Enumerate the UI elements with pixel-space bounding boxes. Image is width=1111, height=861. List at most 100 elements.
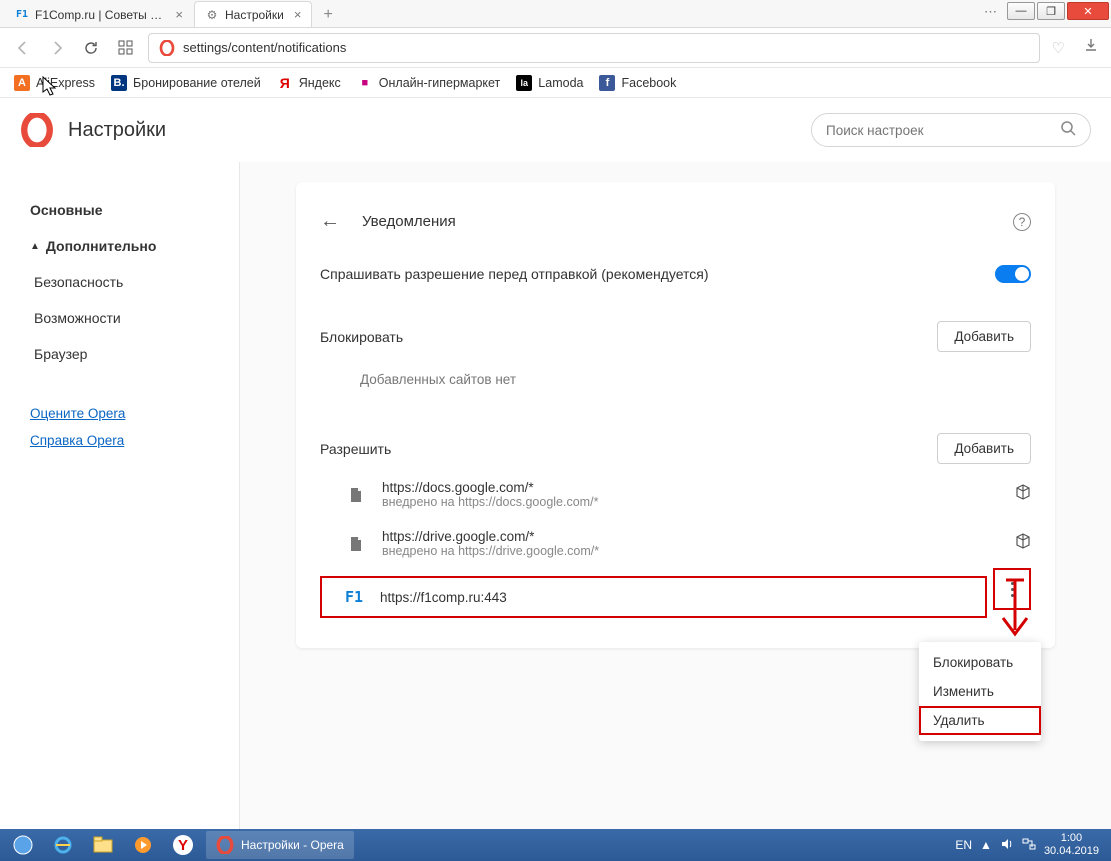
tab-title: F1Comp.ru | Советы и лайф (35, 8, 165, 22)
new-tab-button[interactable]: + (312, 1, 343, 27)
menu-edit[interactable]: Изменить (919, 677, 1041, 706)
close-button[interactable]: ✕ (1067, 2, 1109, 20)
add-blocked-button[interactable]: Добавить (937, 321, 1031, 352)
site-url: https://drive.google.com/* (382, 529, 599, 544)
tab-close-icon[interactable]: × (294, 7, 302, 22)
bookmark-label: Lamoda (538, 76, 583, 90)
ask-permission-row: Спрашивать разрешение перед отправкой (р… (320, 259, 1031, 303)
tab-close-icon[interactable]: × (175, 7, 183, 22)
tray-flag-icon[interactable]: ▲ (980, 838, 992, 852)
page-title: Настройки (68, 119, 166, 142)
cube-icon[interactable] (1015, 533, 1031, 554)
sidebar-browser[interactable]: Браузер (30, 336, 239, 372)
tab-title: Настройки (225, 8, 284, 22)
site-menu-button[interactable] (993, 568, 1031, 610)
bookmark-aliexpress[interactable]: AAliExpress (14, 75, 95, 91)
tab-f1comp[interactable]: F1 F1Comp.ru | Советы и лайф × (4, 1, 194, 27)
bookmark-facebook[interactable]: fFacebook (599, 75, 676, 91)
help-icon[interactable]: ? (1013, 213, 1031, 231)
allowed-site-row[interactable]: https://docs.google.com/* внедрено на ht… (320, 470, 1031, 519)
site-context-menu: Блокировать Изменить Удалить (919, 642, 1041, 741)
tray-volume-icon[interactable] (1000, 837, 1014, 854)
site-url: https://docs.google.com/* (382, 480, 598, 495)
settings-main: ← Уведомления ? Спрашивать разрешение пе… (240, 162, 1111, 829)
bookmarks-bar: AAliExpress B.Бронирование отелей ЯЯндек… (0, 68, 1111, 98)
window-controls: — ❐ ✕ (1007, 2, 1109, 20)
search-icon (1060, 120, 1076, 141)
nav-toolbar: ♡ (0, 28, 1111, 68)
site-sub: внедрено на https://docs.google.com/* (382, 495, 598, 509)
download-icon[interactable] (1083, 37, 1099, 58)
tray-network-icon[interactable] (1022, 837, 1036, 854)
bookmark-yandex[interactable]: ЯЯндекс (277, 75, 341, 91)
taskbar-opera-task[interactable]: Настройки - Opera (206, 831, 354, 859)
taskbar-media[interactable] (124, 831, 162, 859)
breadcrumb: ← Уведомления ? (320, 202, 1031, 259)
taskbar-task-label: Настройки - Opera (241, 838, 344, 852)
bookmark-label: Яндекс (299, 76, 341, 90)
settings-header: Настройки (0, 98, 1111, 162)
ask-permission-label: Спрашивать разрешение перед отправкой (р… (320, 266, 709, 282)
sidebar-help-link[interactable]: Справка Opera (30, 427, 239, 454)
sidebar-basic[interactable]: Основные (30, 192, 239, 228)
ask-permission-toggle[interactable] (995, 265, 1031, 283)
block-section-label: Блокировать (320, 329, 403, 345)
maximize-button[interactable]: ❐ (1037, 2, 1065, 20)
allow-section-label: Разрешить (320, 441, 391, 457)
clock-time: 1:00 (1044, 832, 1099, 845)
settings-sidebar: Основные ▲Дополнительно Безопасность Воз… (0, 162, 240, 829)
address-bar[interactable] (148, 33, 1040, 63)
site-sub: внедрено на https://drive.google.com/* (382, 544, 599, 558)
speed-dial-button[interactable] (114, 37, 136, 59)
taskbar-ie[interactable] (44, 831, 82, 859)
url-input[interactable] (183, 40, 1029, 55)
gear-icon: ⚙ (205, 8, 219, 22)
favicon-f1: F1 (15, 8, 29, 22)
allowed-site-row-highlighted[interactable]: F1 https://f1comp.ru:443 (320, 576, 987, 618)
minimize-button[interactable]: — (1007, 2, 1035, 20)
bookmark-label: Бронирование отелей (133, 76, 261, 90)
bookmark-lamoda[interactable]: laLamoda (516, 75, 583, 91)
heart-icon[interactable]: ♡ (1052, 39, 1065, 57)
bookmark-label: AliExpress (36, 76, 95, 90)
add-allowed-button[interactable]: Добавить (937, 433, 1031, 464)
opera-icon (159, 40, 175, 56)
allowed-site-row[interactable]: https://drive.google.com/* внедрено на h… (320, 519, 1031, 568)
back-arrow-icon[interactable]: ← (320, 210, 340, 233)
opera-logo-icon (20, 113, 54, 147)
bookmark-booking[interactable]: B.Бронирование отелей (111, 75, 261, 91)
sidebar-rate-link[interactable]: Оцените Opera (30, 400, 239, 427)
tab-strip: F1 F1Comp.ru | Советы и лайф × ⚙ Настрой… (0, 0, 1111, 28)
taskbar-lang[interactable]: EN (955, 838, 972, 852)
site-url: https://f1comp.ru:443 (380, 590, 507, 605)
clock-date: 30.04.2019 (1044, 845, 1099, 858)
kebab-icon (1011, 582, 1014, 597)
blocked-empty-text: Добавленных сайтов нет (320, 358, 1031, 391)
taskbar: Y Настройки - Opera EN ▲ 1:00 30.04.2019 (0, 829, 1111, 861)
favicon-f1: F1 (342, 588, 366, 606)
forward-button[interactable] (46, 37, 68, 59)
window-menu-icon[interactable]: ⋯ (984, 4, 997, 20)
settings-search[interactable] (811, 113, 1091, 147)
taskbar-yandex[interactable]: Y (164, 831, 202, 859)
sidebar-advanced[interactable]: ▲Дополнительно (30, 228, 239, 264)
cube-icon[interactable] (1015, 484, 1031, 505)
reload-button[interactable] (80, 37, 102, 59)
opera-icon (216, 836, 234, 854)
menu-block[interactable]: Блокировать (919, 648, 1041, 677)
file-icon (344, 487, 368, 503)
bookmark-hypermarket[interactable]: ■Онлайн-гипермаркет (357, 75, 501, 91)
sidebar-features[interactable]: Возможности (30, 300, 239, 336)
settings-search-input[interactable] (826, 123, 1052, 138)
bookmark-label: Онлайн-гипермаркет (379, 76, 501, 90)
taskbar-clock[interactable]: 1:00 30.04.2019 (1044, 832, 1099, 857)
tab-settings[interactable]: ⚙ Настройки × (194, 1, 312, 27)
start-button[interactable] (4, 831, 42, 859)
breadcrumb-label: Уведомления (362, 213, 456, 230)
sidebar-security[interactable]: Безопасность (30, 264, 239, 300)
menu-delete[interactable]: Удалить (919, 706, 1041, 735)
bookmark-label: Facebook (621, 76, 676, 90)
taskbar-explorer[interactable] (84, 831, 122, 859)
file-icon (344, 536, 368, 552)
back-button[interactable] (12, 37, 34, 59)
